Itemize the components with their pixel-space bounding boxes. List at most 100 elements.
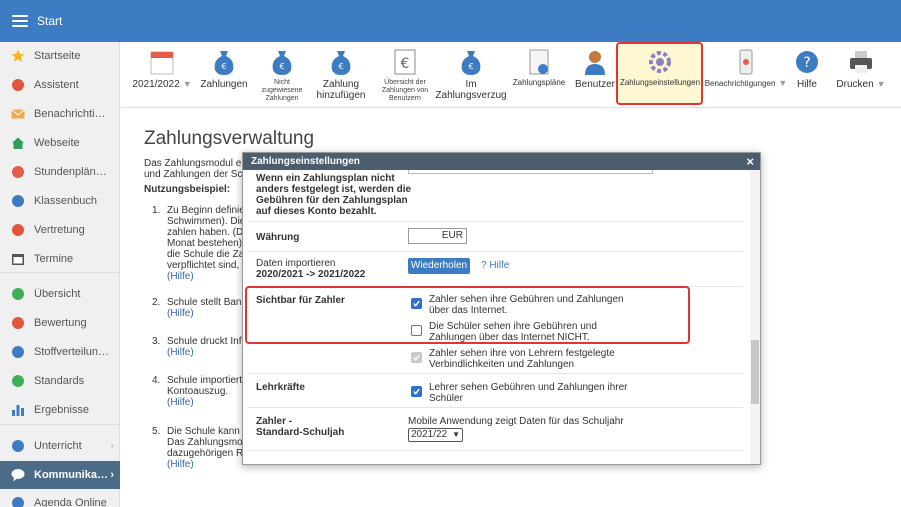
currency-input[interactable]: EUR	[408, 228, 467, 244]
sidebar-item[interactable]: Unterricht ›	[0, 432, 120, 460]
toolbar-money-bag-clock-button[interactable]: € Im Zahlungsverzug	[435, 42, 507, 108]
toolbar-label: Zahlungspläne	[512, 78, 566, 87]
teachers-see-text: Lehrer sehen Gebühren und Zahlungen ihre…	[429, 382, 628, 404]
toolbar-label: Hilfe	[796, 79, 817, 90]
lesson-icon	[11, 439, 25, 453]
highlight-frame	[245, 286, 690, 344]
euro-document-icon: €	[392, 48, 418, 76]
sidebar-item-label: Standards	[34, 375, 85, 387]
toolbar-calendar-button[interactable]: 2021/2022 ▼	[132, 42, 192, 108]
teachers-label: Lehrkräfte	[256, 382, 305, 393]
sidebar-item[interactable]: Agenda Online	[0, 489, 120, 507]
teacher-set-text: Zahler sehen ihre von Lehrern festgelegt…	[429, 348, 615, 370]
toolbar-payment-plan-button[interactable]: Zahlungspläne	[511, 42, 567, 108]
check-circle-icon	[11, 287, 25, 301]
toolbar-help-button[interactable]: ? Hilfe	[791, 42, 823, 108]
start-link[interactable]: Start	[37, 14, 62, 28]
wand-icon	[11, 78, 25, 92]
help-link[interactable]: ? Hilfe	[481, 258, 509, 274]
help-link[interactable]: (Hilfe)	[167, 397, 247, 408]
sidebar-item[interactable]: Assistent	[0, 71, 120, 99]
sidebar-item[interactable]: Kommunikation ›	[0, 461, 120, 489]
sidebar-item[interactable]: Stundenpläne ...	[0, 158, 120, 186]
toolbar-printer-button[interactable]: Drucken ▼	[836, 42, 886, 108]
import-label: Daten importieren 2020/2021 -> 2021/2022	[256, 258, 366, 280]
sidebar-item-label: Assistent	[34, 79, 79, 91]
example-heading: Nutzungsbeispiel:	[144, 184, 231, 195]
svg-text:€: €	[401, 56, 410, 72]
chevron-right-icon: ›	[110, 440, 114, 452]
chevron-right-icon: ›	[110, 469, 114, 481]
rating-icon	[11, 316, 25, 330]
sidebar-item[interactable]: Benachrichtigu...	[0, 100, 120, 128]
svg-text:€: €	[468, 62, 473, 71]
help-link[interactable]: (Hilfe)	[167, 271, 247, 282]
sidebar-item[interactable]: Ergebnisse	[0, 396, 120, 424]
sidebar-item[interactable]: Startseite	[0, 42, 120, 70]
substitute-icon	[11, 223, 25, 237]
caret-down-icon: ▼	[876, 79, 886, 89]
school-year-select[interactable]: 2021/22 ▼	[408, 428, 463, 442]
school-year-label: Zahler - Standard-Schuljah	[256, 416, 345, 438]
sidebar-item-label: Termine	[34, 253, 74, 265]
toolbar: 2021/2022 ▼ € Zahlungen € Nicht zugewiesene Zah…	[121, 42, 901, 108]
sidebar-item-label: Benachrichtigu...	[34, 108, 110, 120]
printer-icon	[848, 48, 874, 76]
sidebar-item-label: Unterricht	[34, 440, 82, 452]
teachers-see-checkbox[interactable]	[411, 386, 422, 397]
link-icon	[11, 496, 25, 507]
toolbar-label: Benutzer	[574, 79, 616, 90]
calendar-icon	[149, 48, 175, 76]
toolbar-euro-document-button[interactable]: € Übersicht der Zahlungen von Benutzern	[377, 42, 433, 108]
plan-note: Wenn ein Zahlungsplan nicht anders festg…	[256, 173, 412, 217]
account-field-edge[interactable]	[408, 170, 653, 174]
teacher-set-checkbox	[411, 352, 422, 363]
money-bag-add-icon: €	[328, 48, 354, 76]
sidebar-item[interactable]: Vertretung	[0, 216, 120, 244]
sidebar-item-label: Übersicht	[34, 288, 81, 300]
home-icon	[11, 136, 25, 150]
calendar-icon	[11, 252, 25, 266]
toolbar-label: Zahlungen	[200, 79, 248, 90]
toolbar-money-bag-question-button[interactable]: € Nicht zugewiesene Zahlungen	[256, 42, 308, 108]
page-title: Zahlungsverwaltung	[144, 128, 315, 149]
gear-icon	[647, 48, 673, 76]
help-link[interactable]: (Hilfe)	[167, 459, 247, 470]
help-link[interactable]: (Hilfe)	[167, 308, 247, 319]
star-icon	[11, 49, 25, 63]
hamburger-icon[interactable]	[12, 15, 28, 27]
phone-notification-icon	[733, 48, 759, 76]
caret-down-icon: ▼	[778, 78, 788, 88]
sidebar-item[interactable]: Webseite	[0, 129, 120, 157]
money-bag-clock-icon: €	[458, 48, 484, 76]
toolbar-label: Zahlungseinstellungen	[619, 78, 701, 87]
close-icon[interactable]: ×	[746, 154, 754, 169]
top-bar: Start	[0, 0, 901, 42]
help-link[interactable]: (Hilfe)	[167, 347, 247, 358]
toolbar-phone-notification-button[interactable]: Benachrichtigungen ▼	[705, 42, 788, 108]
dialog-header: Zahlungseinstellungen ×	[243, 153, 760, 170]
chat-icon	[11, 468, 25, 482]
restore-button[interactable]: Wiederholen	[408, 258, 470, 274]
dialog-scrollbar[interactable]	[750, 170, 760, 464]
toolbar-money-bag-add-button[interactable]: € Zahlung hinzufügen	[311, 42, 371, 108]
sidebar-item[interactable]: Bewertung	[0, 309, 120, 337]
sidebar-item[interactable]: Klassenbuch	[0, 187, 120, 215]
toolbar-label: Zahlung hinzufügen	[316, 79, 366, 101]
shield-icon	[11, 374, 25, 388]
toolbar-gear-button[interactable]: Zahlungseinstellungen	[619, 42, 701, 108]
toolbar-label: Im Zahlungsverzug	[435, 79, 507, 101]
scrollbar-thumb[interactable]	[751, 340, 759, 404]
sidebar-item-label: Bewertung	[34, 317, 87, 329]
sidebar-item[interactable]: Termine	[0, 245, 120, 273]
sidebar-item-label: Kommunikation	[34, 469, 110, 481]
sidebar-item[interactable]: Stoffverteilung...	[0, 338, 120, 366]
sidebar-item-label: Startseite	[34, 50, 81, 62]
bar-chart-icon	[11, 403, 25, 417]
sidebar-item[interactable]: Standards	[0, 367, 120, 395]
toolbar-user-button[interactable]: Benutzer	[574, 42, 616, 108]
sidebar-item[interactable]: Übersicht	[0, 280, 120, 308]
sidebar-item-label: Webseite	[34, 137, 80, 149]
svg-text:€: €	[221, 62, 226, 71]
toolbar-money-bag-button[interactable]: € Zahlungen	[198, 42, 250, 108]
